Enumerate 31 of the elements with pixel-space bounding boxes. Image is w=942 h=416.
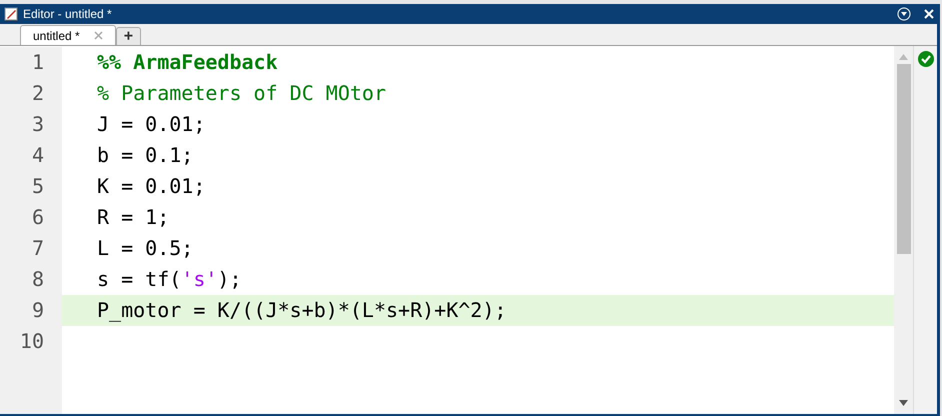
line-number: 10 (0, 326, 62, 357)
code-line: J = 0.01; (97, 112, 206, 136)
line-number: 7 (0, 233, 62, 264)
line-number: 4 (0, 140, 62, 171)
dropdown-icon[interactable] (897, 7, 911, 21)
code-line: P_motor = K/((J*s+b)*(L*s+R)+K^2); (97, 298, 506, 322)
close-icon[interactable] (922, 7, 936, 21)
code-line: %% ArmaFeedback (97, 50, 278, 74)
line-number: 2 (0, 78, 62, 109)
line-number: 8 (0, 264, 62, 295)
pencil-icon (4, 7, 18, 21)
scroll-down-icon[interactable] (899, 400, 908, 406)
code-line: % Parameters of DC MOtor (97, 81, 386, 105)
line-number: 5 (0, 171, 62, 202)
code-line: s = tf('s'); (97, 267, 242, 291)
window-title: Editor - untitled * (23, 6, 112, 23)
scroll-up-icon[interactable] (899, 54, 908, 60)
line-number: 6 (0, 202, 62, 233)
check-icon (918, 51, 934, 67)
gutter-background (0, 357, 62, 414)
scrollbar[interactable] (894, 46, 913, 414)
new-tab-button[interactable]: + (116, 27, 142, 45)
line-number: 1 (0, 47, 62, 78)
scrollbar-thumb[interactable] (896, 64, 910, 254)
editor-tab[interactable]: untitled * (20, 25, 116, 45)
code-line: R = 1; (97, 205, 170, 229)
code-line: K = 0.01; (97, 174, 206, 198)
code-line: L = 0.5; (97, 236, 194, 260)
line-number: 9 (0, 295, 62, 326)
line-number: 3 (0, 109, 62, 140)
code-line: b = 0.1; (97, 143, 194, 167)
